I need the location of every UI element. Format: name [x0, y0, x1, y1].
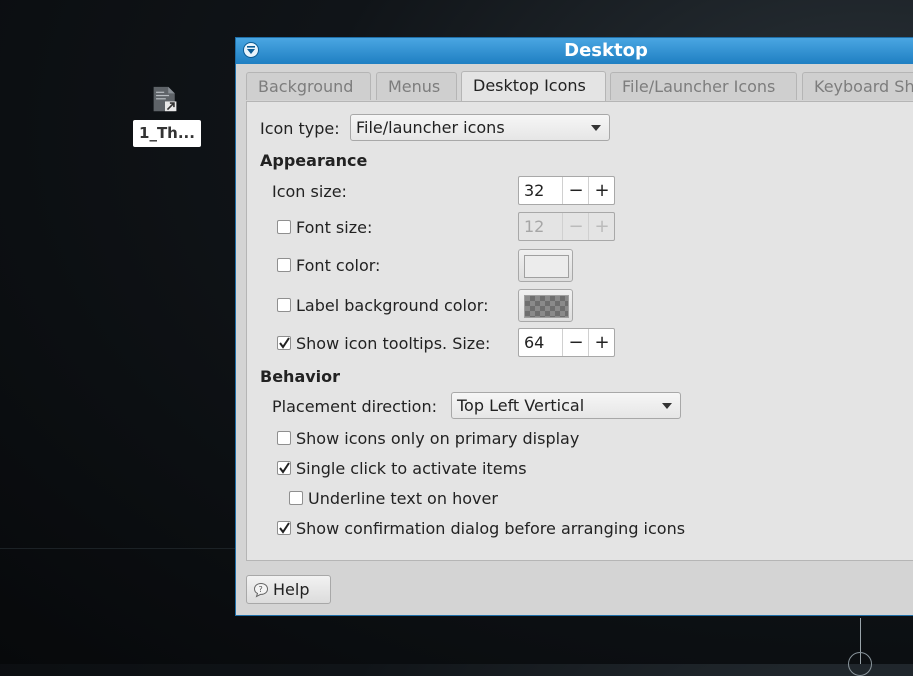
icon-type-select[interactable]: File/launcher icons: [350, 114, 610, 141]
desktop-icons-panel: Icon type: File/launcher icons Appearanc…: [246, 101, 913, 561]
tooltip-size-increase-button[interactable]: +: [588, 329, 615, 356]
primary-display-label[interactable]: Show icons only on primary display: [296, 429, 579, 448]
help-button[interactable]: ? Help: [246, 575, 331, 604]
window-titlebar[interactable]: Desktop: [236, 38, 913, 64]
tab-keyboard-shortcuts[interactable]: Keyboard Sh: [802, 72, 913, 100]
window-title: Desktop: [564, 40, 648, 61]
icon-size-decrease-button[interactable]: −: [562, 177, 589, 204]
underline-hover-label[interactable]: Underline text on hover: [308, 489, 498, 508]
icon-type-label: Icon type:: [260, 119, 340, 138]
icon-size-value[interactable]: 32: [524, 177, 544, 204]
dropdown-arrow-icon: [591, 125, 601, 131]
font-color-label: Font color:: [296, 256, 381, 275]
help-label: Help: [273, 580, 310, 599]
tooltips-checkbox[interactable]: [277, 336, 291, 350]
icon-size-increase-button[interactable]: +: [588, 177, 615, 204]
dropdown-arrow-icon: [662, 403, 672, 409]
font-size-value: 12: [524, 217, 545, 236]
single-click-label[interactable]: Single click to activate items: [296, 459, 527, 478]
tab-menus[interactable]: Menus: [376, 72, 457, 100]
tab-background[interactable]: Background: [246, 72, 371, 100]
font-size-label: Font size:: [296, 218, 373, 237]
icon-size-label: Icon size:: [272, 182, 347, 201]
tab-file-launcher-icons[interactable]: File/Launcher Icons: [610, 72, 797, 100]
font-size-spinner: 12 − +: [518, 212, 615, 241]
single-click-checkbox[interactable]: [277, 461, 291, 475]
font-color-swatch: [524, 255, 569, 278]
tooltip-size-value[interactable]: 64: [524, 329, 544, 356]
font-color-button[interactable]: [518, 249, 573, 282]
transparent-swatch: [524, 295, 569, 318]
desktop-icon-label[interactable]: 1_Th...: [133, 120, 201, 147]
svg-text:?: ?: [259, 585, 263, 594]
placement-direction-label: Placement direction:: [272, 397, 437, 416]
tab-desktop-icons[interactable]: Desktop Icons: [461, 71, 606, 102]
underline-hover-checkbox[interactable]: [289, 491, 303, 505]
label-background-checkbox[interactable]: [277, 298, 291, 312]
icon-size-spinner[interactable]: 32 − +: [518, 176, 615, 205]
label-background-label: Label background color:: [296, 296, 489, 315]
label-background-color-button[interactable]: [518, 289, 573, 322]
behavior-heading: Behavior: [260, 367, 341, 386]
checkmark-icon: [279, 522, 290, 534]
tooltip-size-decrease-button[interactable]: −: [562, 329, 589, 356]
font-size-checkbox[interactable]: [277, 220, 291, 234]
placement-direction-select[interactable]: Top Left Vertical: [451, 392, 681, 419]
font-size-decrease-button: −: [562, 213, 589, 240]
appearance-heading: Appearance: [260, 151, 368, 170]
desktop-light-streak: [0, 548, 250, 549]
placement-direction-value: Top Left Vertical: [457, 396, 585, 415]
confirm-arrange-checkbox[interactable]: [277, 521, 291, 535]
desktop-decoration-ring: [848, 652, 872, 676]
checkmark-icon: [279, 462, 290, 474]
tooltip-size-spinner[interactable]: 64 − +: [518, 328, 615, 357]
help-icon: ?: [253, 582, 269, 598]
checkmark-icon: [279, 337, 290, 349]
font-size-increase-button: +: [588, 213, 615, 240]
primary-display-checkbox[interactable]: [277, 431, 291, 445]
text-file-icon: [153, 86, 177, 112]
font-color-checkbox[interactable]: [277, 258, 291, 272]
tooltips-label: Show icon tooltips. Size:: [296, 334, 491, 353]
icon-type-value: File/launcher icons: [356, 118, 505, 137]
desktop-settings-window: Desktop Background Menus Desktop Icons F…: [235, 37, 913, 616]
confirm-arrange-label[interactable]: Show confirmation dialog before arrangin…: [296, 519, 685, 538]
